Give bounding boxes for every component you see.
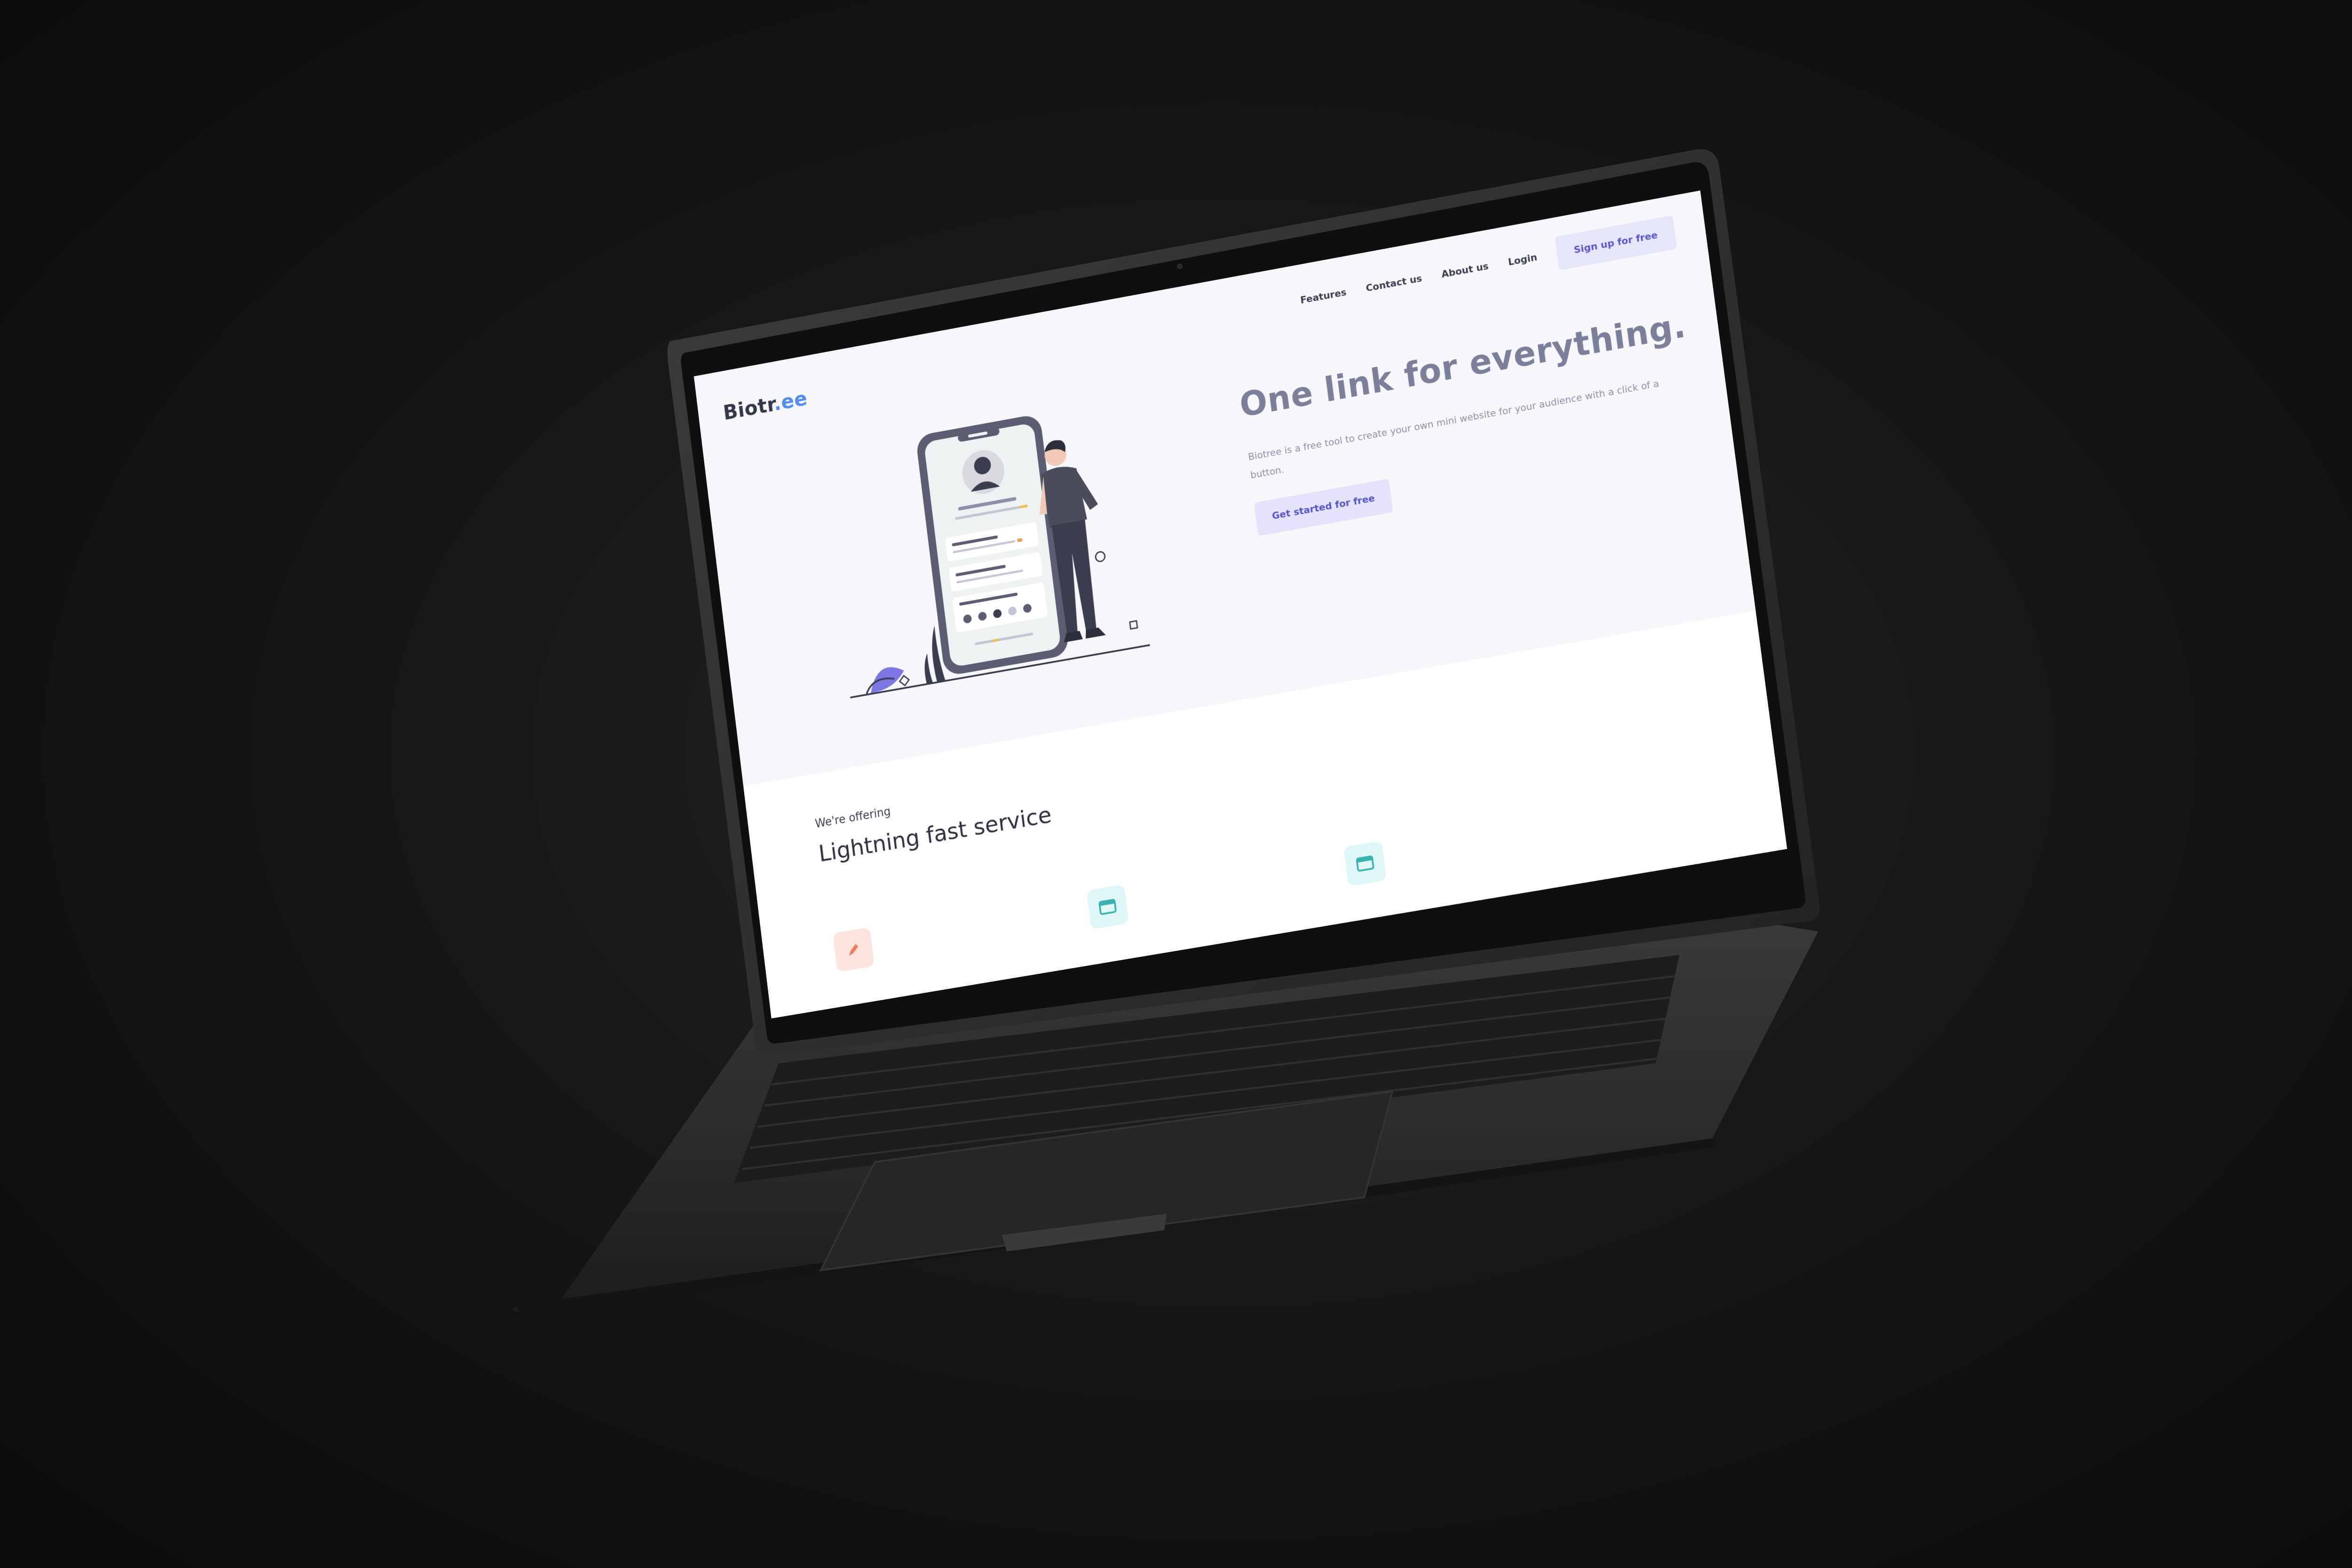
- diamond-decoration: [900, 676, 909, 685]
- square-decoration: [1130, 621, 1137, 629]
- circle-decoration: [1095, 551, 1105, 562]
- brand-logo[interactable]: Biotr.ee: [722, 386, 809, 425]
- offering-eyebrow: We're offering: [814, 805, 891, 831]
- hero-illustration: [778, 380, 1189, 748]
- logo-accent: .ee: [772, 386, 809, 415]
- browser-window-icon: [1343, 841, 1387, 886]
- nav-contact[interactable]: Contact us: [1365, 273, 1422, 294]
- signup-button[interactable]: Sign up for free: [1555, 215, 1677, 271]
- nav-login[interactable]: Login: [1508, 252, 1538, 268]
- get-started-button[interactable]: Get started for free: [1254, 478, 1393, 536]
- nav-about[interactable]: About us: [1441, 261, 1489, 280]
- mockup-stage: Biotr.ee Features Contact us About us Lo…: [0, 0, 2352, 1568]
- webcam: [1177, 263, 1183, 269]
- pencil-icon: [833, 927, 874, 972]
- nav-features[interactable]: Features: [1300, 287, 1347, 306]
- logo-main: Biotr: [722, 392, 775, 425]
- browser-window-icon: [1086, 884, 1129, 930]
